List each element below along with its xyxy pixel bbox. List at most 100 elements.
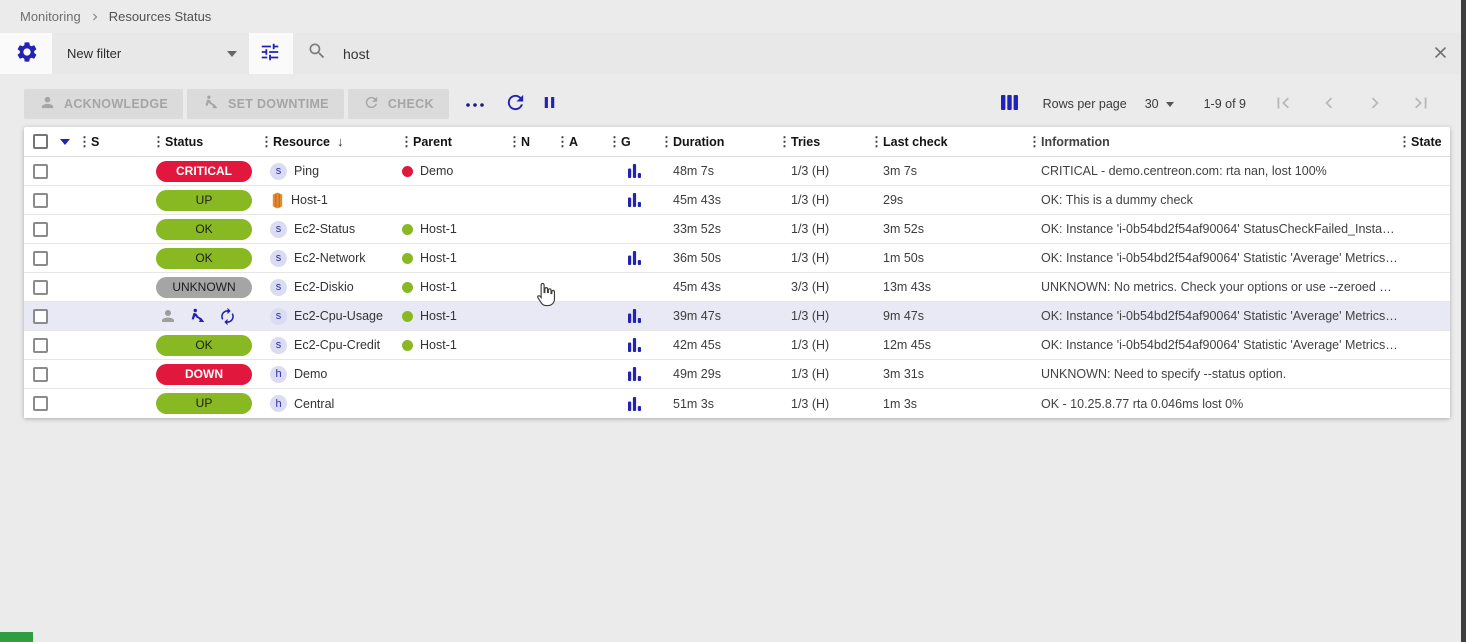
row-checkbox[interactable]	[33, 222, 48, 237]
information-value: OK: Instance 'i-0b54bd2f54af90064' Statu…	[1028, 222, 1398, 236]
parent-status-dot	[402, 282, 413, 293]
set-downtime-button[interactable]: SET DOWNTIME	[187, 89, 344, 119]
resource-name[interactable]: Ping	[294, 164, 319, 178]
graph-icon[interactable]	[628, 367, 641, 381]
resource-name[interactable]: Ec2-Cpu-Usage	[294, 309, 383, 323]
header-status[interactable]: ⋮Status	[152, 134, 260, 150]
graph-icon[interactable]	[628, 251, 641, 265]
header-s[interactable]: ⋮S	[78, 134, 152, 150]
row-checkbox[interactable]	[33, 367, 48, 382]
breadcrumb-monitoring[interactable]: Monitoring	[20, 9, 81, 24]
resource-name[interactable]: Host-1	[291, 193, 328, 207]
select-all-menu-icon[interactable]	[60, 139, 70, 145]
parent-name[interactable]: Demo	[420, 164, 453, 178]
row-checkbox[interactable]	[33, 164, 48, 179]
downtime-icon	[188, 307, 207, 325]
header-tries[interactable]: ⋮Tries	[778, 134, 870, 150]
clear-search-button[interactable]	[1428, 42, 1452, 66]
pause-autorefresh-button[interactable]	[533, 89, 567, 119]
graph-icon[interactable]	[628, 193, 641, 207]
parent-name[interactable]: Host-1	[420, 222, 457, 236]
row-checkbox[interactable]	[33, 396, 48, 411]
next-page-button[interactable]	[1352, 89, 1398, 119]
row-checkbox[interactable]	[33, 338, 48, 353]
resource-name[interactable]: Central	[294, 397, 334, 411]
table-row[interactable]: DOWNhDemo49m 29s1/3 (H)3m 31sUNKNOWN: Ne…	[24, 360, 1450, 389]
table-row[interactable]: sEc2-Cpu-UsageHost-139m 47s1/3 (H)9m 47s…	[24, 302, 1450, 331]
table-row[interactable]: OKsEc2-NetworkHost-136m 50s1/3 (H)1m 50s…	[24, 244, 1450, 273]
header-duration[interactable]: ⋮Duration	[660, 134, 778, 150]
drag-handle-icon[interactable]: ⋮	[508, 134, 521, 150]
resource-name[interactable]: Ec2-Diskio	[294, 280, 354, 294]
graph-icon[interactable]	[628, 309, 641, 323]
close-icon	[1431, 43, 1450, 65]
drag-handle-icon[interactable]: ⋮	[78, 134, 91, 150]
drag-handle-icon[interactable]: ⋮	[778, 134, 791, 150]
drag-handle-icon[interactable]: ⋮	[660, 134, 673, 150]
drag-handle-icon[interactable]: ⋮	[400, 134, 413, 150]
parent-status-dot	[402, 340, 413, 351]
header-parent[interactable]: ⋮Parent	[400, 134, 508, 150]
check-button[interactable]: CHECK	[348, 89, 449, 119]
last-page-button[interactable]	[1398, 89, 1444, 119]
advanced-filter-button[interactable]	[253, 37, 287, 71]
filter-select[interactable]: New filter	[52, 33, 249, 74]
acknowledge-button[interactable]: ACKNOWLEDGE	[24, 89, 183, 119]
graph-icon[interactable]	[628, 397, 641, 411]
row-checkbox[interactable]	[33, 193, 48, 208]
resource-name[interactable]: Ec2-Status	[294, 222, 355, 236]
select-all-checkbox[interactable]	[33, 134, 48, 149]
status-chip: CRITICAL	[156, 161, 252, 182]
table-row[interactable]: OKsEc2-Cpu-CreditHost-142m 45s1/3 (H)12m…	[24, 331, 1450, 360]
resource-name[interactable]: Ec2-Network	[294, 251, 366, 265]
table-row[interactable]: UNKNOWNsEc2-DiskioHost-145m 43s3/3 (H)13…	[24, 273, 1450, 302]
service-badge: s	[270, 163, 287, 180]
duration-value: 48m 7s	[660, 164, 778, 178]
drag-handle-icon[interactable]: ⋮	[608, 134, 621, 150]
service-badge: s	[270, 337, 287, 354]
parent-name[interactable]: Host-1	[420, 309, 457, 323]
drag-handle-icon[interactable]: ⋮	[1398, 134, 1411, 150]
drag-handle-icon[interactable]: ⋮	[1028, 134, 1041, 150]
header-information[interactable]: ⋮Information	[1028, 134, 1398, 150]
parent-name[interactable]: Host-1	[420, 338, 457, 352]
window-scrollbar[interactable]	[1461, 0, 1466, 642]
tries-value: 1/3 (H)	[778, 367, 870, 381]
previous-page-button[interactable]	[1306, 89, 1352, 119]
table-row[interactable]: UPhCentral51m 3s1/3 (H)1m 3sOK - 10.25.8…	[24, 389, 1450, 418]
header-n[interactable]: ⋮N	[508, 134, 556, 150]
row-checkbox[interactable]	[33, 280, 48, 295]
drag-handle-icon[interactable]: ⋮	[556, 134, 569, 150]
header-state[interactable]: ⋮State	[1398, 134, 1450, 150]
header-g[interactable]: ⋮G	[608, 134, 660, 150]
header-a[interactable]: ⋮A	[556, 134, 608, 150]
header-last-check[interactable]: ⋮Last check	[870, 134, 1028, 150]
search-input[interactable]	[341, 45, 1414, 63]
drag-handle-icon[interactable]: ⋮	[260, 134, 273, 150]
circular-arrow-icon	[363, 94, 380, 114]
graph-icon[interactable]	[628, 338, 641, 352]
table-row[interactable]: UPHost-145m 43s1/3 (H)29sOK: This is a d…	[24, 186, 1450, 215]
table-row[interactable]: OKsEc2-StatusHost-133m 52s1/3 (H)3m 52sO…	[24, 215, 1450, 244]
rows-per-page-select[interactable]: 30	[1145, 97, 1174, 111]
row-checkbox[interactable]	[33, 251, 48, 266]
edit-columns-button[interactable]	[993, 89, 1027, 119]
resource-name[interactable]: Ec2-Cpu-Credit	[294, 338, 380, 352]
header-resource[interactable]: ⋮Resource↓	[260, 134, 400, 150]
graph-icon[interactable]	[628, 164, 641, 178]
last-check-value: 9m 47s	[870, 309, 1028, 323]
first-page-button[interactable]	[1260, 89, 1306, 119]
first-page-icon	[1272, 92, 1294, 117]
parent-name[interactable]: Host-1	[420, 251, 457, 265]
table-row[interactable]: CRITICALsPingDemo48m 7s1/3 (H)3m 7sCRITI…	[24, 157, 1450, 186]
drag-handle-icon[interactable]: ⋮	[152, 134, 165, 150]
more-actions-button[interactable]	[459, 96, 491, 113]
breadcrumb-resources-status[interactable]: Resources Status	[109, 9, 212, 24]
parent-name[interactable]: Host-1	[420, 280, 457, 294]
parent-status-dot	[402, 311, 413, 322]
row-checkbox[interactable]	[33, 309, 48, 324]
drag-handle-icon[interactable]: ⋮	[870, 134, 883, 150]
filter-settings-button[interactable]	[10, 37, 44, 71]
refresh-button[interactable]	[499, 89, 533, 119]
resource-name[interactable]: Demo	[294, 367, 327, 381]
